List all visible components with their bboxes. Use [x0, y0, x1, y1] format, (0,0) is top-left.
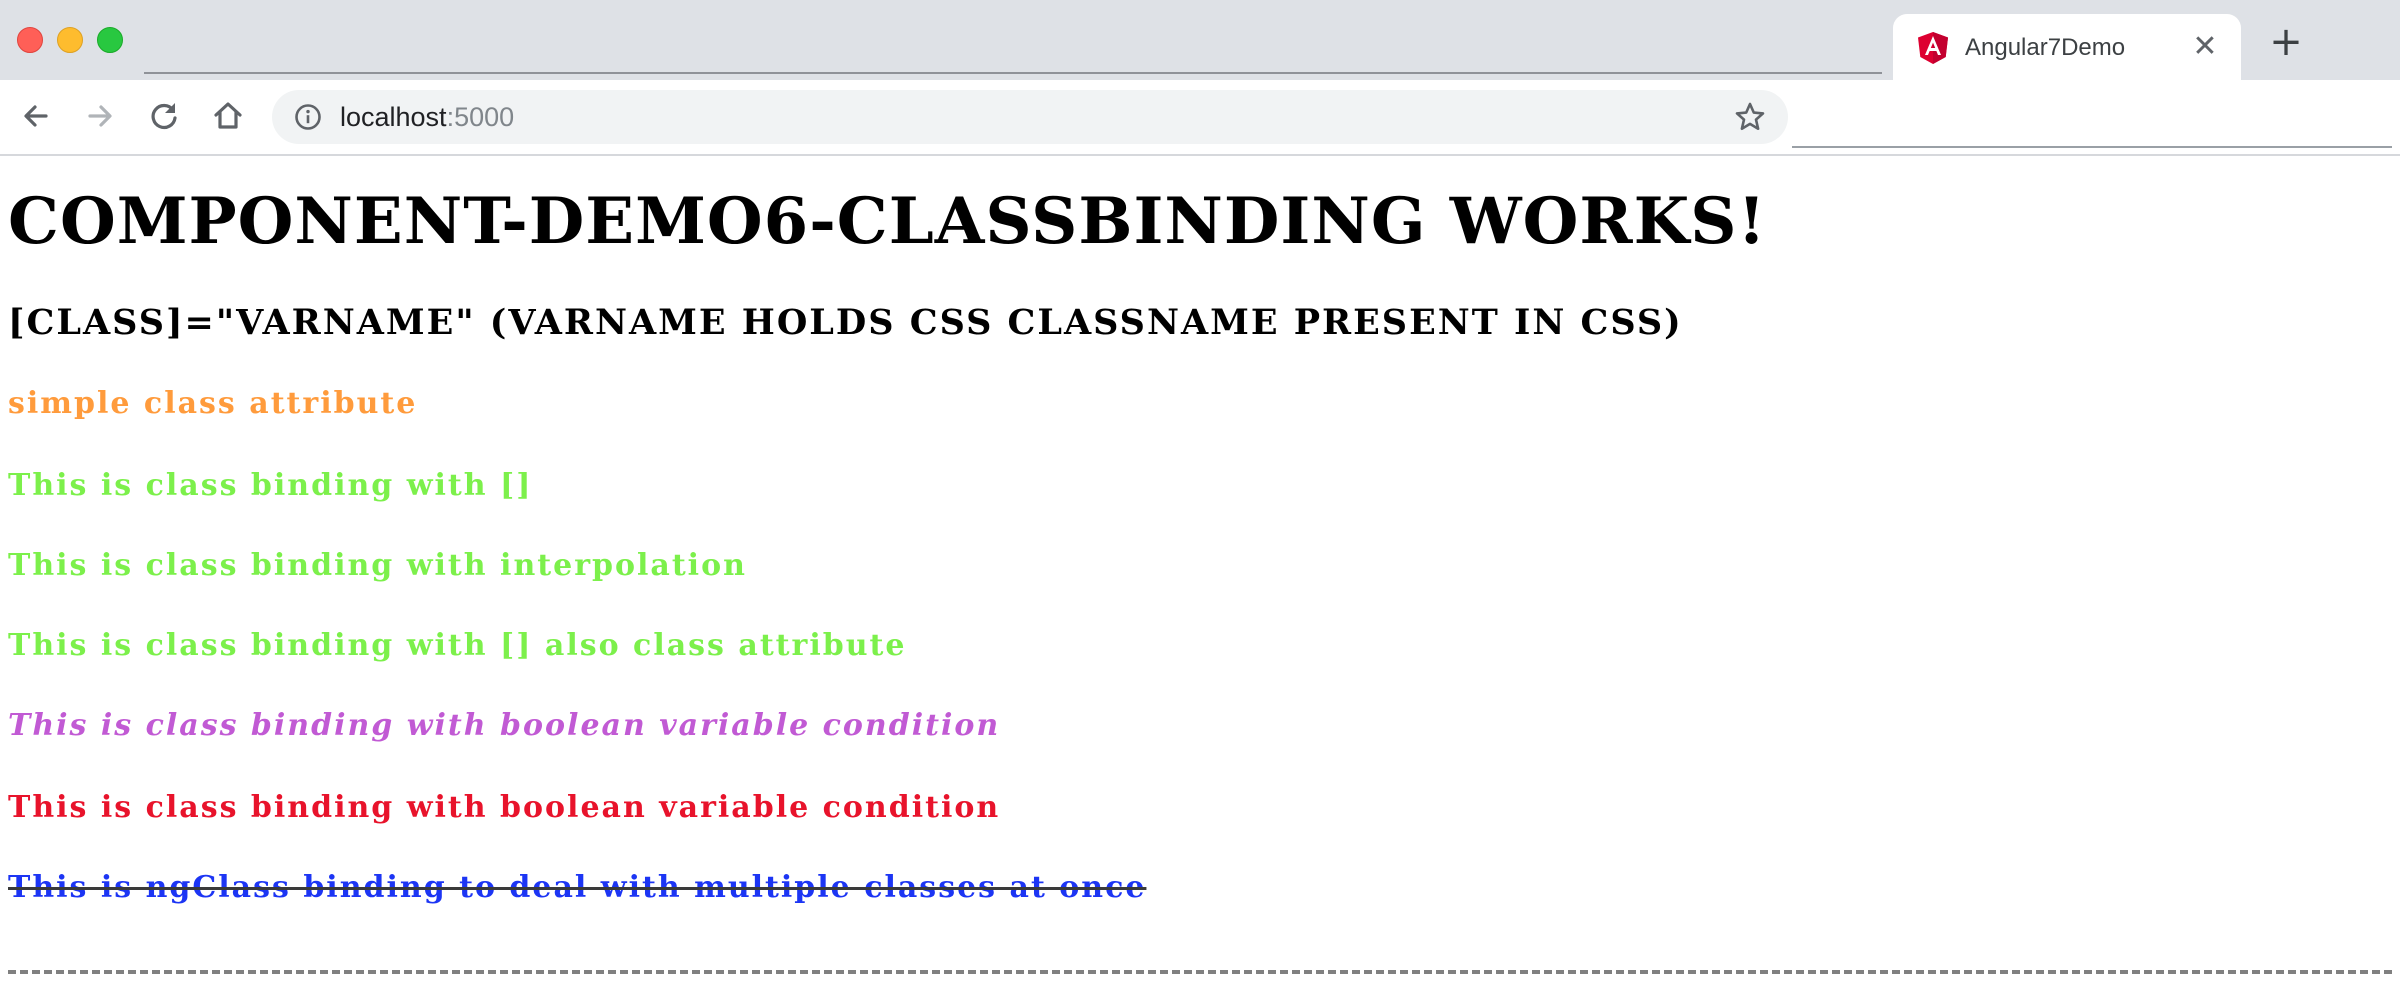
new-tab-button[interactable]: +: [2266, 22, 2306, 62]
browser-toolbar: localhost:5000: [0, 80, 2400, 156]
reload-icon[interactable]: [144, 96, 184, 136]
info-icon[interactable]: [294, 103, 322, 131]
forward-arrow-icon[interactable]: [80, 96, 120, 136]
class-binding-attribute-line: This is class binding with [] also class…: [8, 628, 907, 663]
angular-icon: [1917, 31, 1949, 65]
tab-close-icon[interactable]: ✕: [2187, 29, 2223, 65]
ngclass-multiple-line: This is ngClass binding to deal with mul…: [8, 870, 1147, 905]
address-bar[interactable]: localhost:5000: [272, 90, 1788, 144]
url-text[interactable]: localhost:5000: [340, 102, 514, 132]
tab-strip-divider: [144, 72, 1882, 74]
tab-angular7demo[interactable]: Angular7Demo ✕: [1893, 14, 2241, 80]
back-arrow-icon[interactable]: [16, 96, 56, 136]
zoom-window-button[interactable]: [97, 27, 123, 53]
browser-tab-bar: Angular7Demo ✕ +: [0, 0, 2400, 80]
star-icon[interactable]: [1734, 101, 1766, 133]
simple-class-line: simple class attribute: [8, 386, 418, 421]
minimize-window-button[interactable]: [57, 27, 83, 53]
close-window-button[interactable]: [17, 27, 43, 53]
boolean-condition-italic-line: This is class binding with boolean varia…: [8, 708, 1001, 743]
page-title: component-demo6-classbinding works!: [8, 184, 1767, 259]
page-content: component-demo6-classbinding works! [cla…: [8, 154, 2392, 1000]
tab-title: Angular7Demo: [1965, 34, 2126, 61]
url-port: :5000: [446, 102, 515, 132]
toolbar-extension-divider: [1792, 146, 2392, 148]
dashed-divider: [8, 970, 2392, 974]
class-binding-brackets-line: This is class binding with []: [8, 468, 533, 503]
page-subtitle: [class]="varName" (varName holds css cla…: [8, 302, 1683, 343]
home-icon[interactable]: [208, 96, 248, 136]
url-host: localhost: [340, 102, 447, 132]
boolean-condition-red-line: This is class binding with boolean varia…: [8, 790, 1001, 825]
class-binding-interpolation-line: This is class binding with interpolation: [8, 548, 747, 583]
